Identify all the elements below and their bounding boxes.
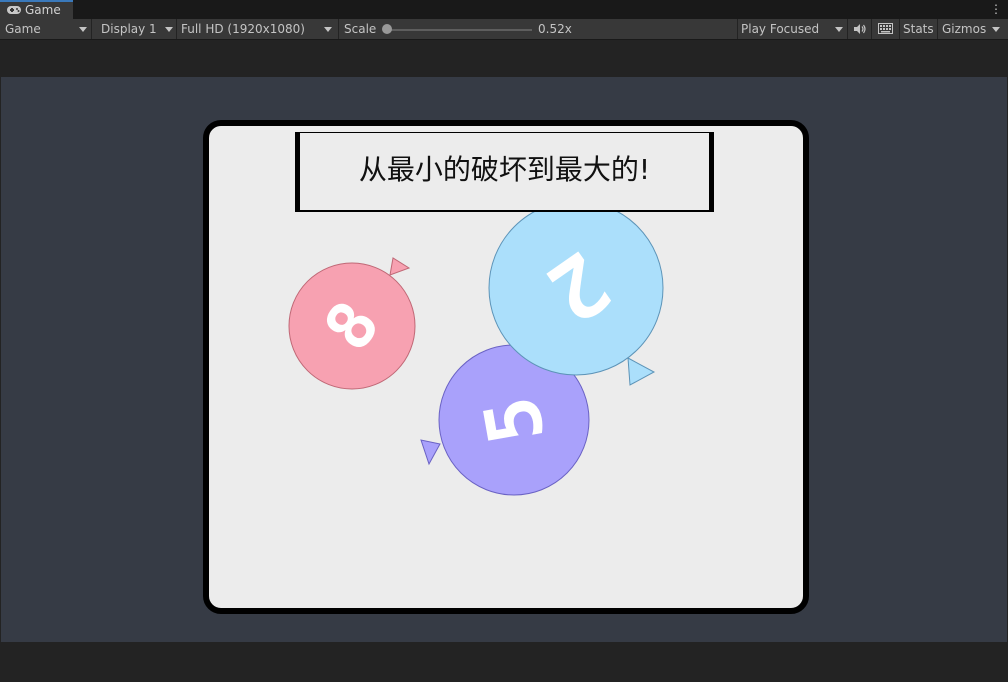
balloon-knot <box>389 257 411 276</box>
title-banner: 从最小的破坏到最大的! <box>295 132 714 212</box>
balloon-knot <box>627 357 656 386</box>
balloon-8[interactable]: 8 <box>288 257 416 390</box>
balloon-layer: 8 5 2 <box>288 200 664 496</box>
banner-title: 从最小的破坏到最大的! <box>358 153 651 186</box>
balloon-knot <box>420 439 441 466</box>
